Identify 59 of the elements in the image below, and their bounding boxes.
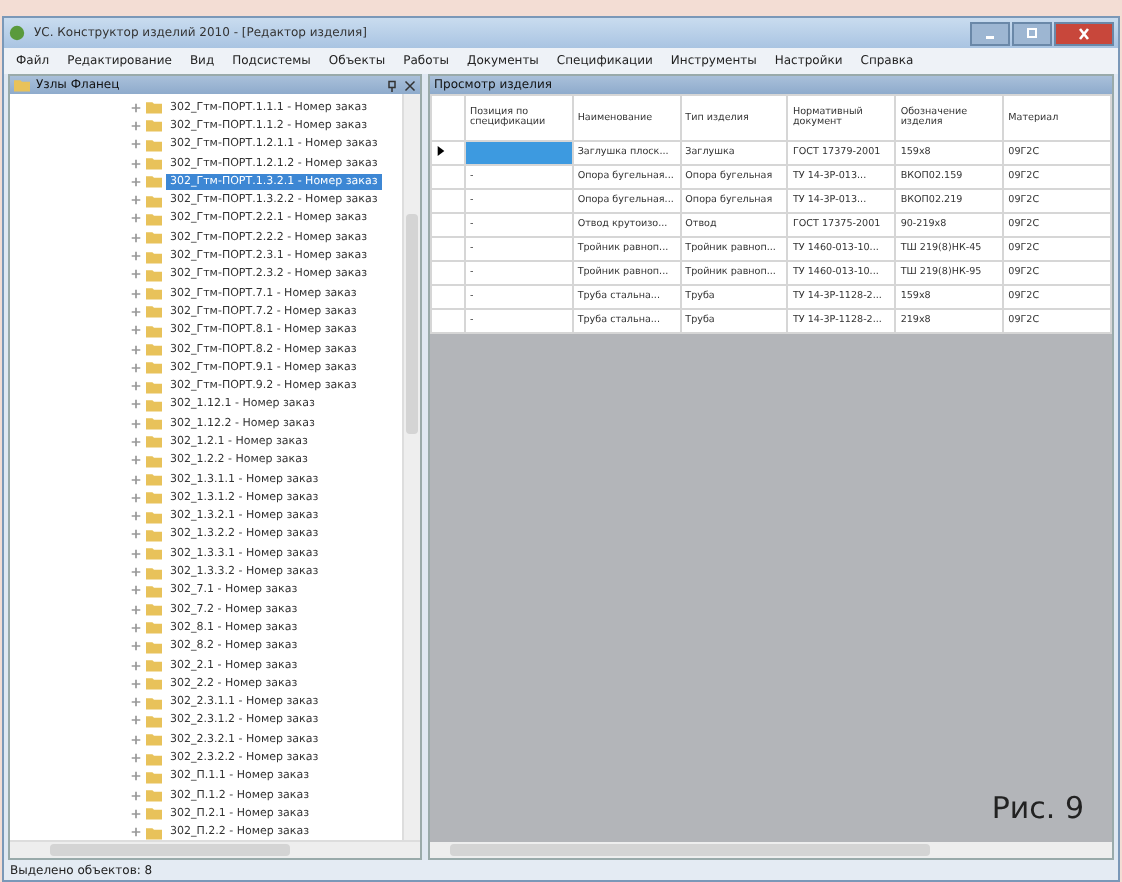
close-button[interactable] [1054, 21, 1114, 45]
pin-button[interactable] [386, 78, 398, 92]
expand-icon[interactable] [130, 101, 142, 114]
expand-icon[interactable] [130, 343, 142, 355]
expand-icon[interactable] [130, 250, 142, 263]
expand-icon[interactable] [130, 677, 142, 690]
figure-caption: Рис. 9 [991, 790, 1084, 826]
expand-icon[interactable] [130, 473, 142, 486]
expand-icon[interactable] [130, 826, 142, 839]
expand-icon[interactable] [130, 435, 142, 448]
expand-icon[interactable] [130, 268, 142, 281]
expand-icon[interactable] [130, 603, 142, 616]
selected-cell[interactable] [465, 141, 573, 165]
expand-icon[interactable] [130, 510, 142, 523]
scrollbar[interactable] [402, 94, 420, 840]
expand-icon[interactable] [130, 398, 142, 411]
expand-icon[interactable] [130, 305, 142, 318]
expand-icon[interactable] [130, 528, 142, 541]
close-icon [404, 79, 416, 91]
expand-icon[interactable] [130, 287, 142, 300]
close-icon [1074, 25, 1094, 41]
maximize-icon [1022, 25, 1042, 41]
expand-icon[interactable] [130, 491, 142, 504]
expand-icon[interactable] [130, 789, 142, 802]
expand-icon[interactable] [130, 566, 142, 579]
expand-icon[interactable] [130, 231, 142, 244]
expand-icon[interactable] [130, 212, 142, 225]
expand-icon[interactable] [130, 157, 142, 170]
expand-icon[interactable] [130, 324, 142, 337]
expand-icon[interactable] [130, 547, 142, 560]
scroll-thumb[interactable] [450, 844, 930, 856]
expand-icon[interactable] [130, 621, 142, 634]
scrollbar[interactable] [430, 842, 1112, 858]
expand-icon[interactable] [130, 807, 142, 820]
folder-icon [14, 78, 30, 92]
expand-icon[interactable] [130, 752, 142, 765]
app-icon [8, 24, 26, 42]
expand-icon[interactable] [130, 659, 142, 672]
expand-icon[interactable] [130, 454, 142, 467]
close-panel-button[interactable] [404, 78, 416, 92]
expand-icon[interactable] [130, 770, 142, 783]
scroll-thumb[interactable] [406, 214, 418, 434]
scroll-thumb[interactable] [50, 844, 290, 856]
expand-icon[interactable] [130, 138, 142, 151]
maximize-button[interactable] [1012, 21, 1052, 45]
expand-icon[interactable] [130, 380, 142, 393]
minimize-button[interactable] [970, 21, 1010, 45]
pin-icon [386, 79, 398, 91]
expand-icon[interactable] [130, 175, 142, 188]
expand-icon[interactable] [130, 417, 142, 430]
expand-icon[interactable] [130, 119, 142, 132]
expand-icon[interactable] [130, 640, 142, 653]
expand-icon[interactable] [130, 696, 142, 709]
expand-icon[interactable] [130, 194, 142, 207]
expand-icon[interactable] [130, 584, 142, 597]
scrollbar[interactable] [10, 840, 420, 858]
expand-icon[interactable] [130, 361, 142, 374]
expand-icon[interactable] [130, 733, 142, 746]
expand-icon[interactable] [130, 714, 142, 727]
